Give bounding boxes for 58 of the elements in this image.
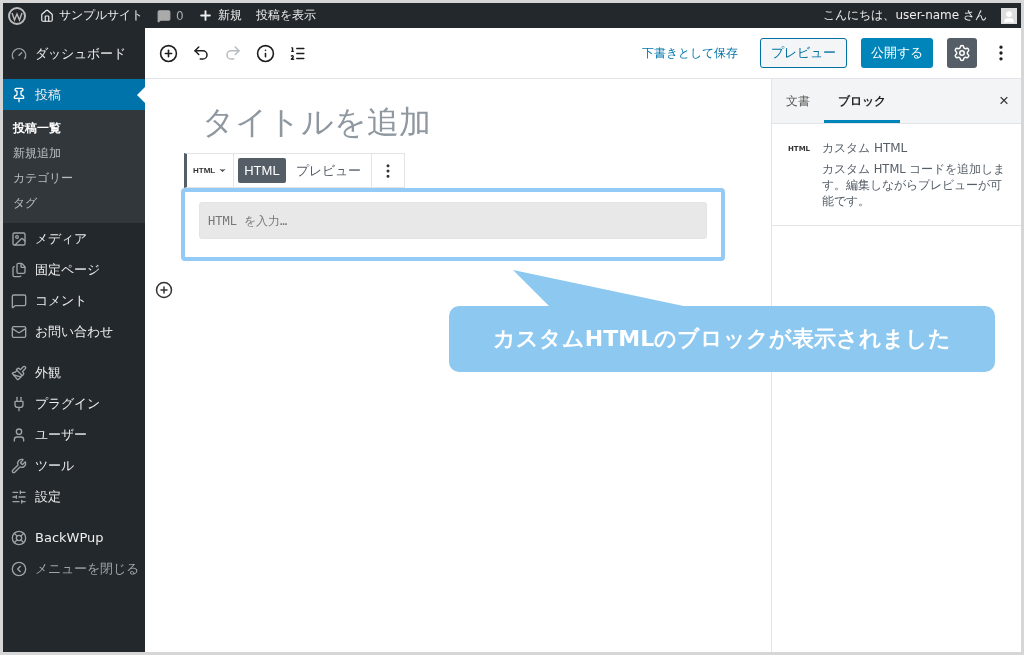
- user-icon: [11, 426, 27, 443]
- home-icon: [40, 8, 54, 23]
- submenu-item[interactable]: カテゴリー: [3, 166, 145, 191]
- menu-item[interactable]: ユーザー: [3, 419, 145, 450]
- logo-icon[interactable]: [8, 6, 26, 25]
- gear-icon: [953, 44, 971, 62]
- view-post-link[interactable]: 投稿を表示: [255, 7, 316, 24]
- menu-item[interactable]: 設定: [3, 481, 145, 512]
- comment-icon: [11, 292, 27, 309]
- mode-tab[interactable]: HTML: [238, 158, 286, 183]
- pages-icon: [11, 261, 27, 278]
- menu-item[interactable]: BackWPup: [3, 522, 145, 553]
- media-icon: [11, 230, 27, 247]
- brush-icon: [11, 364, 27, 381]
- pin-icon: [11, 86, 27, 103]
- block-title: カスタム HTML: [822, 140, 909, 157]
- wrench-icon: [11, 457, 27, 474]
- avatar-icon[interactable]: [1001, 7, 1017, 24]
- panel-tab[interactable]: ブロック: [824, 79, 900, 123]
- menu-item[interactable]: 外観: [3, 357, 145, 388]
- gauge-icon: [11, 45, 27, 62]
- block-description: カスタム HTML コードを追加します。編集しながらプレビューが可能です。: [822, 161, 1007, 209]
- menu-item[interactable]: メディア: [3, 223, 145, 254]
- close-button[interactable]: ×: [997, 79, 1011, 123]
- undo-icon[interactable]: [192, 44, 210, 62]
- menu-item[interactable]: お問い合わせ: [3, 316, 145, 347]
- lifebuoy-icon: [11, 529, 27, 546]
- menu-item[interactable]: 固定ページ: [3, 254, 145, 285]
- mail-icon: [11, 323, 27, 340]
- greeting[interactable]: こんにちは、user-name さん: [823, 7, 987, 24]
- menu-item[interactable]: プラグイン: [3, 388, 145, 419]
- plug-icon: [11, 395, 27, 412]
- add-block-icon[interactable]: [159, 43, 178, 63]
- menu-item[interactable]: 投稿: [3, 79, 145, 110]
- submenu-item[interactable]: 投稿一覧: [3, 116, 145, 141]
- menu-item[interactable]: ツール: [3, 450, 145, 481]
- comments-link[interactable]: 0: [157, 8, 184, 23]
- menu-item[interactable]: メニューを閉じる: [3, 553, 145, 584]
- site-link[interactable]: サンプルサイト: [40, 7, 143, 24]
- collapse-icon: [11, 560, 27, 577]
- submenu-item[interactable]: タグ: [3, 191, 145, 216]
- settings-button[interactable]: [947, 38, 977, 68]
- menu-item[interactable]: コメント: [3, 285, 145, 316]
- add-block-icon[interactable]: [155, 281, 173, 299]
- submenu-item[interactable]: 新規追加: [3, 141, 145, 166]
- caret-icon: [218, 166, 228, 175]
- sliders-icon: [11, 488, 27, 505]
- outline-icon[interactable]: [289, 44, 306, 62]
- preview-button[interactable]: プレビュー: [760, 38, 847, 68]
- menu-item[interactable]: ダッシュボード: [3, 38, 145, 69]
- comment-icon: [157, 8, 171, 23]
- panel-tab[interactable]: 文書: [772, 79, 824, 123]
- new-link[interactable]: 新規: [197, 7, 242, 24]
- plus-icon: [197, 8, 213, 23]
- save-draft-link[interactable]: 下書きとして保存: [642, 44, 738, 62]
- info-icon[interactable]: [256, 43, 275, 63]
- html-input[interactable]: HTML を入力…: [199, 202, 707, 239]
- publish-button[interactable]: 公開する: [861, 38, 933, 68]
